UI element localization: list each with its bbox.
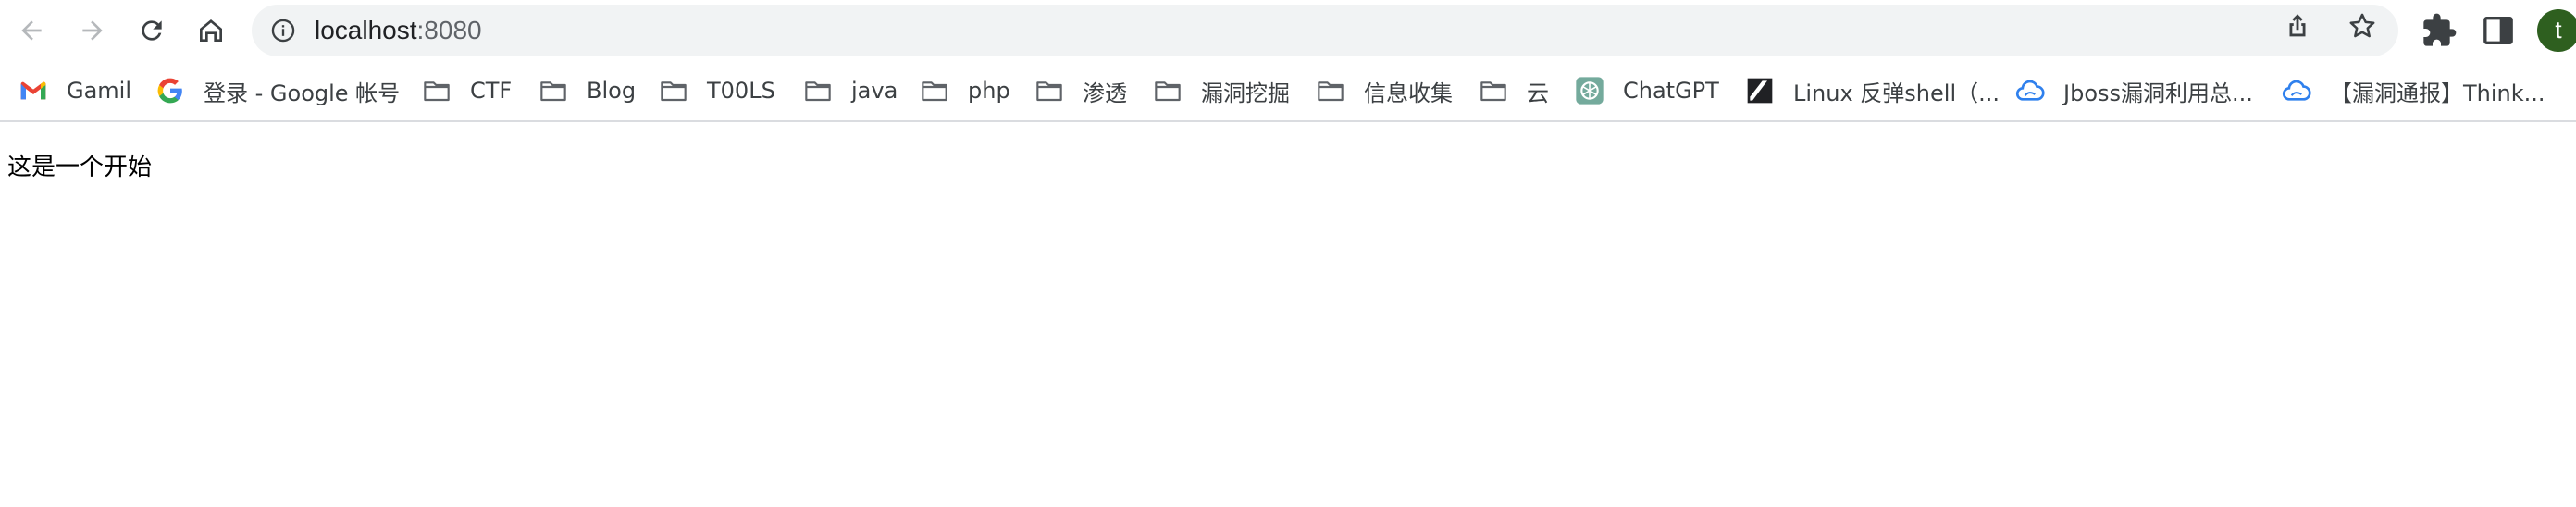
share-icon[interactable] xyxy=(2282,10,2313,42)
bookmark-loudong-tongbao[interactable]: 【漏洞通报】Think... xyxy=(2282,61,2545,120)
bookmark-label: Gamil xyxy=(67,78,132,104)
bookmark-label: 云 xyxy=(1527,80,1549,106)
bookmark-label: Blog xyxy=(587,78,637,104)
folder-icon xyxy=(922,81,947,102)
folder-icon xyxy=(1318,81,1344,102)
bookmark-label: java xyxy=(851,78,898,104)
avatar-letter: t xyxy=(2555,16,2562,43)
bookmark-google-login[interactable]: 登录 - Google 帐号 xyxy=(155,61,400,120)
bookmark-label: 【漏洞通报】Think... xyxy=(2330,80,2545,106)
bookmark-folder-loudong-wajue[interactable]: 漏洞挖掘 xyxy=(1153,61,1290,120)
bookmark-label: Jboss漏洞利用总... xyxy=(2063,80,2253,106)
bookmark-label: CTF xyxy=(470,78,513,104)
cloud-icon xyxy=(2282,80,2311,101)
bookmark-linux-shell[interactable]: Linux 反弹shell（... xyxy=(1745,61,2000,120)
bookmark-folder-java[interactable]: java xyxy=(803,61,898,120)
folder-icon xyxy=(805,81,831,102)
bookmark-folder-t00ls[interactable]: T00LS xyxy=(659,61,775,120)
page-body-text: 这是一个开始 xyxy=(7,154,153,181)
bookmark-folder-php[interactable]: php xyxy=(920,61,1010,120)
address-bar[interactable]: localhost:8080 xyxy=(252,5,2398,56)
bookmark-jboss[interactable]: Jboss漏洞利用总... xyxy=(2015,61,2253,120)
bookmark-label: 漏洞挖掘 xyxy=(1201,80,1290,106)
google-icon xyxy=(157,78,182,104)
gmail-icon xyxy=(20,81,46,100)
bookmark-star-icon[interactable] xyxy=(2347,10,2378,42)
bookmark-folder-ctf[interactable]: CTF xyxy=(422,61,512,120)
folder-icon xyxy=(1036,81,1062,102)
browser-toolbar: localhost:8080 t xyxy=(0,0,2576,61)
bookmark-folder-yun[interactable]: 云 xyxy=(1479,61,1549,120)
bookmark-label: 登录 - Google 帐号 xyxy=(204,80,401,106)
forward-button[interactable] xyxy=(70,8,115,53)
forward-arrow-icon xyxy=(82,20,103,41)
bookmark-gamil[interactable]: Gamil xyxy=(19,61,131,120)
bookmark-label: 渗透 xyxy=(1083,80,1127,106)
bookmark-label: T00LS xyxy=(707,78,775,104)
site-info-icon[interactable] xyxy=(270,18,296,43)
home-icon xyxy=(200,19,222,42)
folder-icon xyxy=(661,81,687,102)
folder-icon xyxy=(424,81,450,102)
bookmark-label: 信息收集 xyxy=(1364,80,1453,106)
back-button[interactable] xyxy=(9,8,54,53)
back-arrow-icon xyxy=(21,20,42,41)
extensions-puzzle-icon[interactable] xyxy=(2421,12,2458,49)
reload-button[interactable] xyxy=(130,8,174,53)
bookmark-label: Linux 反弹shell（... xyxy=(1793,80,2000,106)
side-panel-icon[interactable] xyxy=(2480,12,2517,49)
profile-avatar[interactable]: t xyxy=(2537,9,2576,52)
bookmark-chatgpt[interactable]: ChatGPT xyxy=(1575,61,1719,120)
url-host: localhost xyxy=(315,16,417,44)
chatgpt-icon xyxy=(1576,77,1604,105)
folder-icon xyxy=(540,81,566,102)
folder-icon xyxy=(1480,81,1506,102)
reload-icon xyxy=(142,20,162,41)
bookmark-folder-xinxi-shouji[interactable]: 信息收集 xyxy=(1316,61,1453,120)
zhihu-slash-icon xyxy=(1747,78,1773,104)
bookmark-label: php xyxy=(968,78,1010,104)
folder-icon xyxy=(1155,81,1181,102)
home-button[interactable] xyxy=(189,8,233,53)
bookmark-folder-shentou[interactable]: 渗透 xyxy=(1034,61,1127,120)
bookmarks-bar: Gamil 登录 - Google 帐号 CTF Blog T00LS java… xyxy=(0,61,2576,122)
url-port: :8080 xyxy=(416,16,482,44)
cloud-icon xyxy=(2015,80,2045,101)
bookmark-folder-blog[interactable]: Blog xyxy=(539,61,636,120)
bookmark-label: ChatGPT xyxy=(1623,78,1719,104)
url-text[interactable]: localhost:8080 xyxy=(315,5,482,56)
